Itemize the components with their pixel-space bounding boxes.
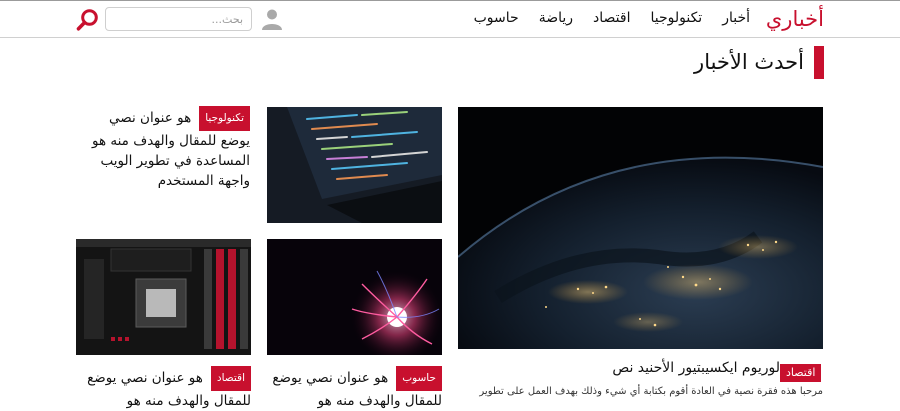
article-title[interactable]: هو عنوان نصي (109, 110, 191, 126)
nav-item-computer[interactable]: حاسوب (474, 10, 519, 26)
featured-title[interactable]: لوريوم ايكسيبتيور الأحنيد نص (612, 360, 780, 376)
site-logo[interactable]: أخباري (766, 7, 824, 31)
nav-item-news[interactable]: أخبار (722, 10, 750, 26)
article-card-computer[interactable]: حاسوبهو عنوان نصي يوضع للمقال والهدف منه… (267, 366, 442, 411)
article-summary: يوضع للمقال والهدف منه هو المساعدة في تط… (91, 133, 250, 189)
article-image-code[interactable] (267, 107, 442, 223)
featured-excerpt: مرحبا هذه فقرة نصية في العادة أقوم بكتاب… (479, 386, 823, 397)
featured-category-badge[interactable]: اقتصاد (780, 361, 822, 382)
article-card-technology[interactable]: تكنولوجيا هو عنوان نصي يوضع للمقال والهدف… (80, 106, 250, 191)
article-card-economy[interactable]: اقتصادهو عنوان نصي يوضع للمقال والهدف من… (76, 366, 251, 411)
category-badge[interactable]: اقتصاد (210, 366, 251, 391)
nav-item-technology[interactable]: تكنولوجيا (650, 10, 702, 26)
search-icon[interactable] (76, 8, 100, 32)
category-badge[interactable]: تكنولوجيا (199, 106, 250, 131)
main-nav: أخبار تكنولوجيا اقتصاد رياضة حاسوب (474, 10, 750, 26)
nav-item-sports[interactable]: رياضة (539, 10, 573, 26)
section-title: أحدث الأخبار (694, 50, 804, 74)
search-input[interactable] (105, 7, 252, 31)
category-badge[interactable]: حاسوب (396, 366, 442, 391)
user-icon[interactable] (261, 8, 283, 30)
section-accent-bar (814, 46, 824, 79)
nav-item-economy[interactable]: اقتصاد (593, 10, 630, 26)
featured-image[interactable] (458, 107, 823, 349)
article-image-plasma[interactable] (267, 239, 442, 355)
article-image-motherboard[interactable] (76, 239, 251, 355)
